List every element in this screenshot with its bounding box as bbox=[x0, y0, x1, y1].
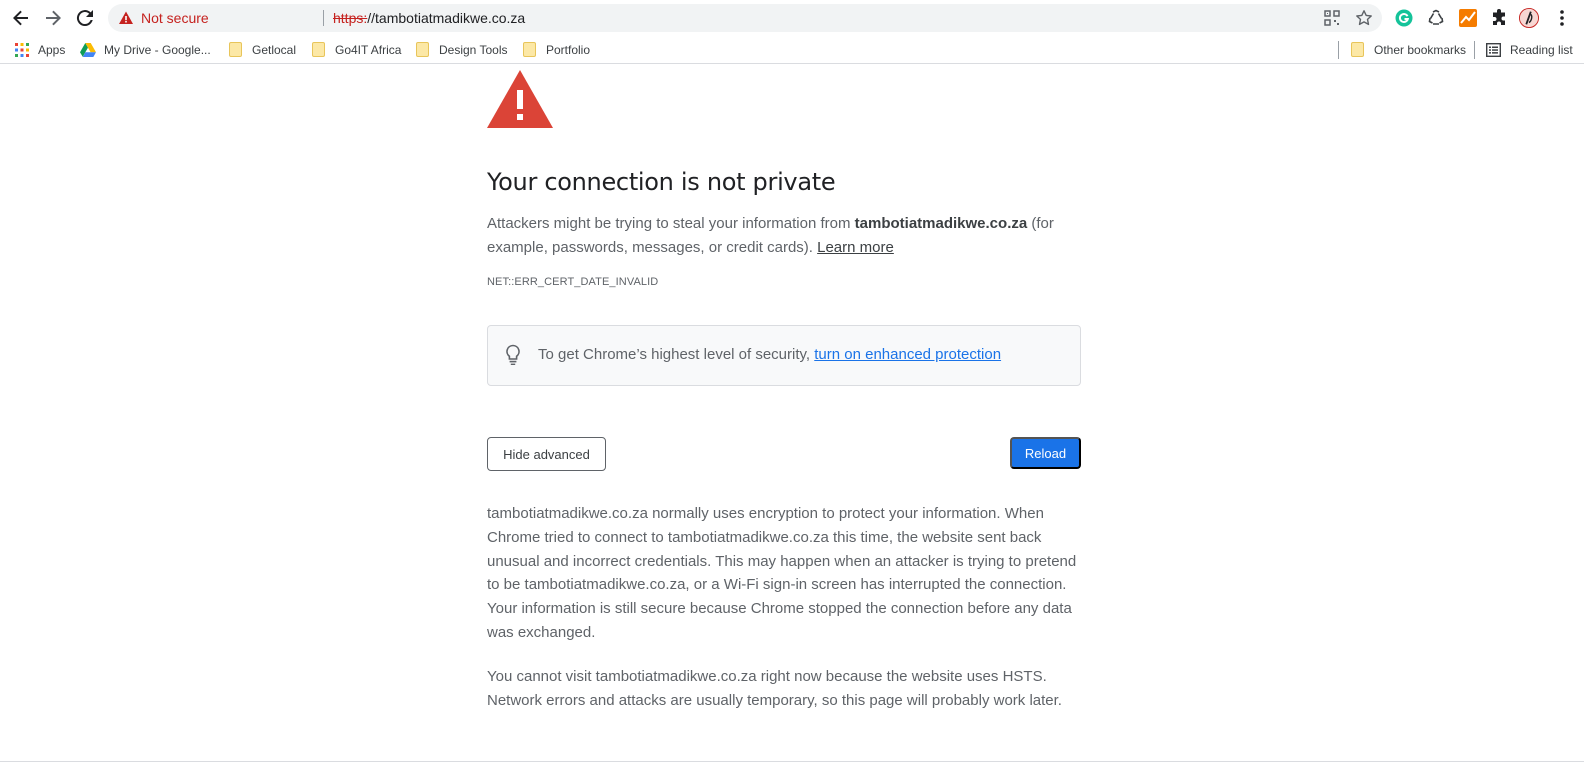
analytics-extension-icon[interactable] bbox=[1458, 8, 1478, 28]
enhanced-protection-prefix: To get Chrome’s highest level of securit… bbox=[538, 346, 815, 363]
bookmark-my-drive[interactable]: My Drive - Google... bbox=[80, 41, 211, 59]
bookmark-getlocal[interactable]: Getlocal bbox=[228, 41, 296, 59]
bookmarks-bar: Apps My Drive - Google... Getlocal Go4IT… bbox=[0, 36, 1584, 64]
address-divider bbox=[323, 10, 324, 26]
warning-triangle-icon bbox=[487, 70, 553, 128]
apps-grid-icon bbox=[14, 42, 30, 58]
bookmark-label: Portfolio bbox=[546, 43, 591, 57]
extensions-puzzle-icon[interactable] bbox=[1489, 8, 1509, 28]
error-code[interactable]: NET::ERR_CERT_DATE_INVALID bbox=[487, 276, 658, 288]
site-domain: tambotiatmadikwe.co.za bbox=[854, 215, 1028, 232]
bookmark-label: Go4IT Africa bbox=[335, 43, 402, 57]
bookmark-label: Apps bbox=[38, 43, 66, 57]
reload-page-button[interactable] bbox=[73, 6, 97, 30]
back-arrow-icon bbox=[13, 10, 28, 26]
not-secure-warning-icon[interactable] bbox=[118, 10, 134, 31]
folder-icon bbox=[311, 42, 327, 58]
bookmark-label: Other bookmarks bbox=[1374, 43, 1467, 57]
bookmark-apps[interactable]: Apps bbox=[14, 41, 65, 59]
hide-advanced-button[interactable]: Hide advanced bbox=[487, 437, 606, 471]
bookmark-other-bookmarks[interactable]: Other bookmarks bbox=[1350, 41, 1466, 59]
folder-icon bbox=[415, 42, 431, 58]
details-paragraph: tambotiatmadikwe.co.za normally uses enc… bbox=[487, 505, 1077, 641]
forward-button[interactable] bbox=[41, 6, 65, 30]
bookmark-design-tools[interactable]: Design Tools bbox=[415, 41, 507, 59]
not-secure-label[interactable]: Not secure bbox=[141, 10, 209, 26]
bookmark-label: Reading list bbox=[1510, 43, 1573, 57]
recycle-extension-icon[interactable] bbox=[1426, 8, 1446, 28]
url-scheme: https: bbox=[333, 10, 368, 26]
url-host: //tambotiatmadikwe.co.za bbox=[367, 10, 526, 26]
hsts-paragraph: You cannot visit tambotiatmadikwe.co.za … bbox=[487, 667, 1062, 709]
qr-code-icon[interactable] bbox=[1323, 9, 1341, 27]
reload-icon bbox=[76, 10, 93, 27]
bookmark-go4it-africa[interactable]: Go4IT Africa bbox=[311, 41, 401, 59]
bookmark-portfolio[interactable]: Portfolio bbox=[522, 41, 590, 59]
grammarly-extension-icon[interactable] bbox=[1394, 8, 1414, 28]
profile-avatar-icon[interactable] bbox=[1519, 8, 1539, 28]
enhanced-protection-link[interactable]: turn on enhanced protection bbox=[814, 346, 1001, 363]
folder-icon bbox=[522, 42, 538, 58]
back-button[interactable] bbox=[9, 6, 33, 30]
reading-list-icon bbox=[1486, 42, 1502, 58]
bookmark-label: Design Tools bbox=[439, 43, 508, 57]
folder-icon bbox=[1350, 42, 1366, 58]
learn-more-link[interactable]: Learn more bbox=[817, 239, 894, 256]
page-title: Your connection is not private bbox=[487, 168, 836, 196]
url-text[interactable]: https://tambotiatmadikwe.co.za bbox=[333, 10, 525, 26]
lightbulb-icon bbox=[506, 344, 520, 365]
window-bottom-border bbox=[0, 761, 1584, 762]
advanced-details: tambotiatmadikwe.co.za normally uses enc… bbox=[487, 502, 1081, 732]
explanation-paragraph: Attackers might be trying to steal your … bbox=[487, 212, 1081, 260]
reading-list-button[interactable]: Reading list bbox=[1486, 41, 1573, 59]
bookmark-label: Getlocal bbox=[252, 43, 297, 57]
folder-icon bbox=[228, 42, 244, 58]
bookmarks-divider bbox=[1474, 41, 1475, 59]
forward-arrow-icon bbox=[46, 10, 61, 26]
explanation-text: Attackers might be trying to steal your … bbox=[487, 215, 855, 232]
address-bar[interactable]: Not secure https://tambotiatmadikwe.co.z… bbox=[108, 4, 1382, 32]
star-bookmark-icon[interactable] bbox=[1355, 9, 1373, 27]
chrome-menu-icon[interactable] bbox=[1552, 8, 1572, 28]
enhanced-protection-box: To get Chrome’s highest level of securit… bbox=[487, 325, 1081, 386]
bookmarks-divider bbox=[1338, 41, 1339, 59]
enhanced-protection-text: To get Chrome’s highest level of securit… bbox=[538, 346, 1001, 363]
reload-button[interactable]: Reload bbox=[1010, 437, 1081, 469]
browser-toolbar: Not secure https://tambotiatmadikwe.co.z… bbox=[0, 0, 1584, 36]
google-drive-icon bbox=[80, 42, 96, 58]
bookmark-label: My Drive - Google... bbox=[104, 43, 211, 57]
